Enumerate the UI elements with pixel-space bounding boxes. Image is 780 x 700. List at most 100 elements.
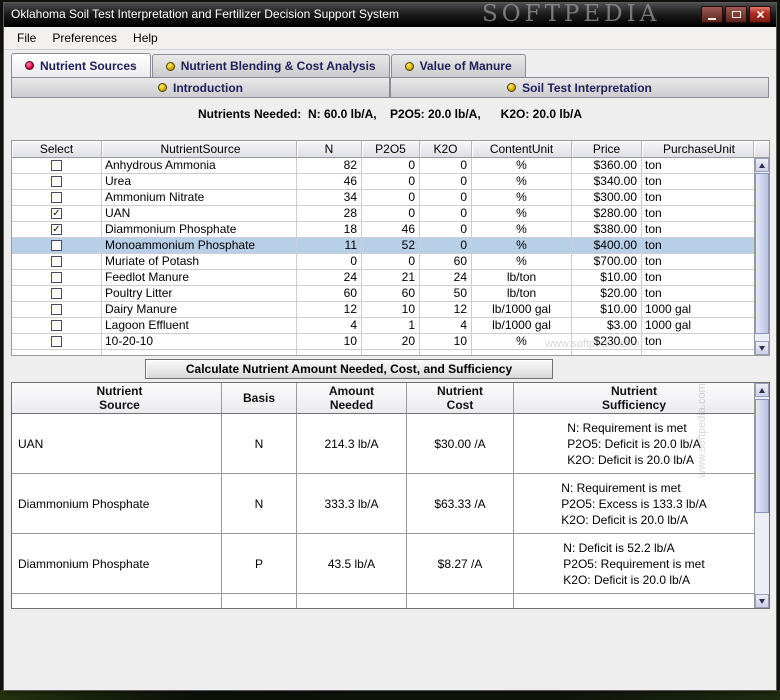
arrow-down-icon — [759, 345, 765, 351]
minimize-button[interactable] — [701, 6, 723, 23]
title-bar[interactable]: SOFTPEDIA Oklahoma Soil Test Interpretat… — [4, 1, 776, 27]
menu-help[interactable]: Help — [125, 28, 166, 48]
tab-nutrient-blending[interactable]: Nutrient Blending & Cost Analysis — [151, 54, 390, 77]
tab-nutrient-sources[interactable]: Nutrient Sources — [11, 53, 151, 77]
row-checkbox[interactable] — [51, 288, 62, 299]
source-row[interactable]: Lagoon Effluent 4 1 4 lb/1000 gal $3.00 1000 g… — [12, 318, 754, 334]
calc-row[interactable]: Diammonium Phosphate P 43.5 lb/A $8.27 /A N:… — [12, 534, 754, 594]
sources-table-scrollbar[interactable] — [754, 158, 769, 355]
source-row[interactable]: Dairy Manure 12 10 12 lb/1000 gal $10.00 1000 … — [12, 302, 754, 318]
tab-dot-icon — [25, 61, 34, 70]
cell-content-unit: % — [472, 254, 572, 270]
scroll-track[interactable] — [755, 172, 769, 341]
cell-purchase-unit: ton — [642, 222, 754, 238]
source-row[interactable]: ✓ Diammonium Phosphate 18 46 0% $380.00 ton — [12, 222, 754, 238]
cell-n: 82 — [297, 158, 362, 174]
cell-p2o5: 0 — [362, 174, 420, 190]
cell-nutrient-source: Anhydrous Ammonia — [102, 158, 297, 174]
source-row[interactable]: Poultry Litter 60 60 50 lb/ton $20.00 ton — [12, 286, 754, 302]
source-row[interactable]: Monoammonium Phosphate 11 52 0% $400.00 ton — [12, 238, 754, 254]
column-header-select: Select — [12, 141, 102, 158]
cell-nutrient-source: Ammonium Nitrate — [102, 190, 297, 206]
source-row[interactable]: Feedlot Manure 24 21 24 lb/ton $10.00 ton — [12, 270, 754, 286]
calc-row[interactable]: Diammonium Phosphate N 333.3 lb/A $63.33 /A… — [12, 474, 754, 534]
calc-results-table: Nutrient Source Basis Amount Needed Nutr… — [11, 382, 770, 609]
select-cell — [12, 302, 102, 318]
cell-purchase-unit: ton — [642, 334, 754, 350]
scroll-up-button[interactable] — [755, 383, 769, 397]
tab-soil-test-interpretation[interactable]: Soil Test Interpretation — [390, 77, 769, 98]
tab-introduction[interactable]: Introduction — [11, 77, 390, 98]
scroll-down-button[interactable] — [755, 341, 769, 355]
menu-file[interactable]: File — [9, 28, 44, 48]
row-checkbox[interactable] — [51, 240, 62, 251]
row-checkbox[interactable] — [51, 160, 62, 171]
calc-table-scrollbar[interactable] — [754, 383, 769, 608]
cell-content-unit: % — [472, 334, 572, 350]
tab-label: Nutrient Sources — [40, 58, 137, 73]
empty-cell — [472, 350, 572, 355]
calc-row[interactable]: UAN N 214.3 lb/A $30.00 /A N: Requirement is… — [12, 414, 754, 474]
cell-purchase-unit: ton — [642, 174, 754, 190]
tab-row-secondary: Introduction Soil Test Interpretation — [4, 77, 776, 98]
row-checkbox[interactable] — [51, 272, 62, 283]
maximize-button[interactable] — [725, 6, 747, 23]
row-checkbox[interactable]: ✓ — [51, 208, 62, 219]
cell-amount: 43.5 lb/A — [297, 534, 407, 594]
row-checkbox[interactable]: ✓ — [51, 224, 62, 235]
cell-amount: 333.3 lb/A — [297, 474, 407, 534]
scroll-up-button[interactable] — [755, 158, 769, 172]
source-row[interactable]: Muriate of Potash 0 0 60% $700.00 ton — [12, 254, 754, 270]
scroll-down-button[interactable] — [755, 594, 769, 608]
tab-value-of-manure[interactable]: Value of Manure — [390, 54, 526, 77]
scroll-track[interactable] — [755, 397, 769, 594]
tab-label: Introduction — [173, 80, 243, 95]
cell-p2o5: 10 — [362, 302, 420, 318]
cell-nutrient-source: Muriate of Potash — [102, 254, 297, 270]
cell-k2o: 0 — [420, 158, 472, 174]
tab-label: Soil Test Interpretation — [522, 80, 652, 95]
cell-content-unit: % — [472, 190, 572, 206]
row-checkbox[interactable] — [51, 176, 62, 187]
source-row[interactable]: Ammonium Nitrate 34 0 0% $300.00 ton — [12, 190, 754, 206]
tab-label: Value of Manure — [419, 59, 512, 73]
cell-price: $10.00 — [572, 270, 642, 286]
cell-price: $3.00 — [572, 318, 642, 334]
nutrient-sources-table: Select NutrientSource N P2O5 K2O Content… — [11, 140, 770, 356]
softpedia-logo: SOFTPEDIA — [482, 1, 661, 27]
scroll-thumb[interactable] — [755, 399, 769, 514]
select-cell — [12, 286, 102, 302]
row-checkbox[interactable] — [51, 336, 62, 347]
sufficiency-text: N: Requirement is met P2O5: Excess is 13… — [561, 480, 707, 527]
cell-nutrient-source: Urea — [102, 174, 297, 190]
cell-k2o: 10 — [420, 334, 472, 350]
row-checkbox[interactable] — [51, 320, 62, 331]
source-row[interactable]: Anhydrous Ammonia 82 0 0% $360.00 ton — [12, 158, 754, 174]
row-checkbox[interactable] — [51, 192, 62, 203]
cell-p2o5: 60 — [362, 286, 420, 302]
empty-cell — [514, 594, 754, 608]
cell-cost: $30.00 /A — [407, 414, 514, 474]
header-corner — [754, 141, 769, 158]
cell-k2o: 0 — [420, 238, 472, 254]
cell-price: $20.00 — [572, 286, 642, 302]
row-checkbox[interactable] — [51, 304, 62, 315]
source-row[interactable]: 10-20-10 10 20 10% $230.00 ton — [12, 334, 754, 350]
cell-price: $700.00 — [572, 254, 642, 270]
close-button[interactable] — [749, 6, 771, 23]
column-header-amount-needed: Amount Needed — [297, 383, 407, 414]
source-row[interactable]: Urea 46 0 0% $340.00 ton — [12, 174, 754, 190]
row-checkbox[interactable] — [51, 256, 62, 267]
menu-preferences[interactable]: Preferences — [44, 28, 125, 48]
minimize-icon — [708, 17, 716, 20]
cell-k2o: 12 — [420, 302, 472, 318]
cell-nutrient-source: UAN — [102, 206, 297, 222]
calculate-button[interactable]: Calculate Nutrient Amount Needed, Cost, … — [145, 359, 553, 379]
source-row[interactable]: ✓ UAN 28 0 0% $280.00 ton — [12, 206, 754, 222]
empty-cell — [12, 350, 102, 355]
menu-bar: File Preferences Help — [4, 27, 776, 50]
cell-cost: $63.33 /A — [407, 474, 514, 534]
window-controls — [701, 6, 771, 23]
cell-sufficiency: N: Deficit is 52.2 lb/A P2O5: Requiremen… — [514, 534, 754, 594]
scroll-thumb[interactable] — [755, 173, 769, 334]
